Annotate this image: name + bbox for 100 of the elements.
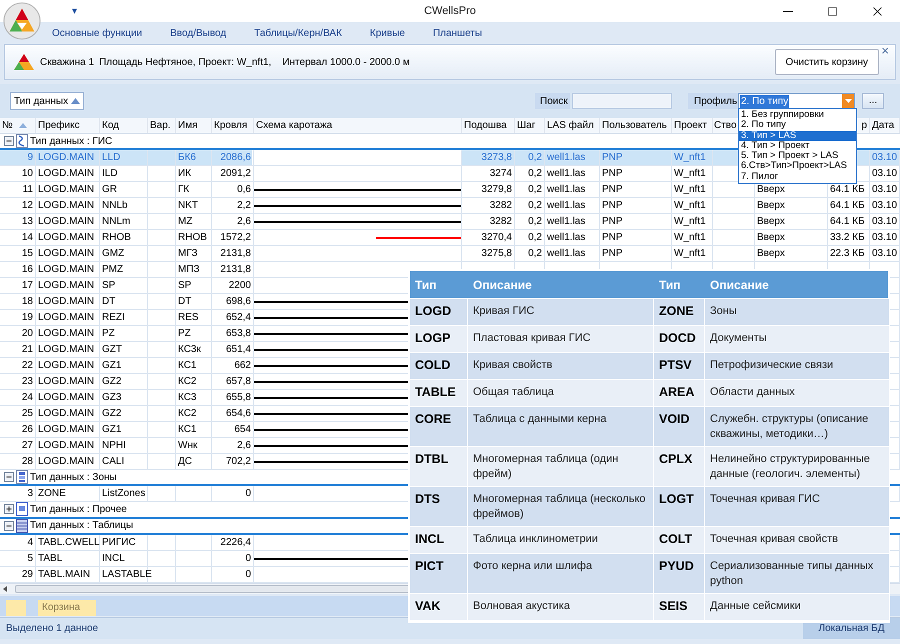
table-cell: W_nft1 [674,248,706,260]
table-cell: 0 [245,488,251,500]
table-cell: Точечная кривая ГИС [710,493,820,505]
table-cell: PICT [415,559,444,573]
table-cell: Точечная кривая свойств [710,533,838,545]
table-cell: 0,6 [237,184,251,196]
table-cell: PZ [102,328,115,340]
table-cell: LOGD.MAIN [38,424,94,436]
table-cell: 2,2 [237,200,251,212]
table-cell: LOGP [415,331,450,345]
table-cell: PNP [602,184,623,196]
table-cell: NKT [178,200,198,212]
table-cell: LOGD.MAIN [38,248,94,260]
table-cell: 21 [22,344,33,356]
table-cell: LOGD.MAIN [38,392,94,404]
table-cell: LOGD.MAIN [38,376,94,388]
column-header: Описание [472,276,533,294]
table-cell: well1.las [547,216,586,228]
table-cell: 17 [22,280,33,292]
table-cell: Wнк [178,440,198,452]
table-cell: DTBL [415,452,448,466]
table-cell: 2091,2 [220,168,251,180]
table-cell: Вверх [757,232,785,244]
table-cell: RHOB [102,232,131,244]
table-cell: 03.10 [872,216,898,228]
table-cell: DOCD [659,331,696,345]
table-cell: 23 [22,376,33,388]
table-cell: ГК [178,184,190,196]
table-cell: 0,2 [528,216,542,228]
table-cell: 654,6 [226,408,251,420]
table-cell: ListZones [102,488,146,500]
table-cell: 3 [27,488,33,500]
table-cell: 29 [22,568,33,580]
table-cell: 26 [22,424,33,436]
table-cell: Зоны [710,305,737,317]
table-cell: well1.las [547,232,586,244]
table-cell: 33.2 КБ [830,232,865,244]
table-cell: RHOB [178,232,207,244]
table-cell: 64.1 КБ [830,184,865,196]
table-cell: 10 [22,168,33,180]
interval-text: Интервал 1000.0 - 2000.0 м [282,56,410,70]
window-title: CWellsPro [423,4,477,19]
table-cell: 20 [22,328,33,340]
table-cell: 3279,8 [481,184,512,196]
table-cell: INCL [415,532,444,546]
table-cell: GMZ [102,248,124,260]
table-cell: 03.10 [872,232,898,244]
table-cell: 16 [22,264,33,276]
table-cell: 3275,8 [481,248,512,260]
table-cell: LASTABLE [102,568,152,580]
table-cell: 22 [22,360,33,372]
table-cell: 4 [27,536,33,548]
table-cell: 24 [22,392,33,404]
table-cell: 652,4 [226,312,251,324]
table-cell: 2131,8 [220,248,251,260]
table-cell: COLT [659,532,692,546]
table-cell: Вверх [757,184,785,196]
table-cell: Пластовая кривая ГИС [473,332,591,344]
table-cell: W_nft1 [674,168,706,180]
table-cell: TABL [38,552,62,564]
column-header: Описание [709,276,770,294]
table-cell: well1.las [547,184,586,196]
table-cell: 0,2 [528,152,542,164]
table-cell: Документы [710,332,767,344]
table-cell: 0 [245,552,251,564]
table-cell: 22.3 КБ [830,248,865,260]
table-cell: КС1 [178,424,196,436]
table-cell: 19 [22,312,33,324]
table-cell: 702,2 [226,456,251,468]
table-cell: Таблица с данными керна [473,413,606,425]
table-cell: COLD [415,358,450,372]
table-cell: LOGD.MAIN [38,264,94,276]
table-cell: TABL.CWELL [38,536,100,548]
table-cell: Многомерная таблица (один фрейм) [473,453,618,480]
table-cell: 2226,4 [220,536,251,548]
table-cell: GR [102,184,117,196]
table-cell: 1572,2 [220,232,251,244]
table-cell: 0 [245,568,251,580]
table-cell: MZ [178,216,192,228]
table-cell: МПЗ [178,264,200,276]
table-cell: LOGD.MAIN [38,280,94,292]
table-cell: КС3к [178,344,201,356]
table-cell: ZONE [659,304,694,318]
table-cell: КС2 [178,376,196,388]
table-cell: PNP [602,200,623,212]
table-cell: 2200 [228,280,251,292]
table-cell: GZ1 [102,424,122,436]
table-cell: well1.las [547,248,586,260]
table-cell: 14 [22,232,33,244]
table-cell: W_nft1 [674,184,706,196]
table-cell: 0,2 [528,200,542,212]
table-cell: 657,8 [226,376,251,388]
table-cell: 5 [27,552,33,564]
table-cell: БК6 [178,152,196,164]
table-cell: SP [178,280,192,292]
table-cell: NNLm [102,216,130,228]
table-cell: 653,8 [226,328,251,340]
table-cell: LOGT [659,492,694,506]
table-cell: CALI [102,456,124,468]
table-cell: 9 [27,152,33,164]
